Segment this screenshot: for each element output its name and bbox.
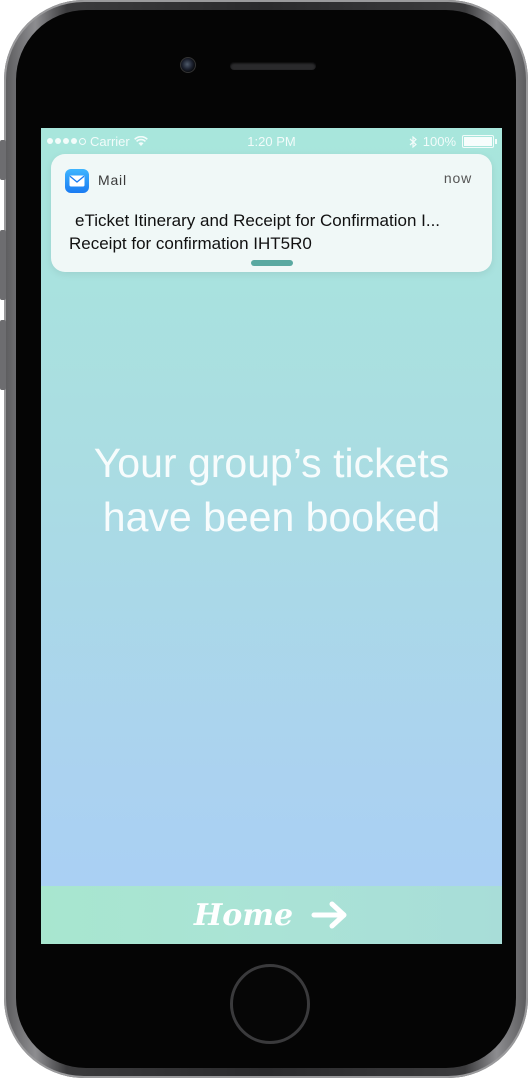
volume-down-button [0, 320, 6, 390]
bluetooth-icon [409, 135, 417, 148]
notification-body: Receipt for confirmation IHT5R0 [69, 234, 312, 253]
arrow-right-icon [311, 901, 347, 929]
footer-bar: Home [41, 886, 502, 944]
earpiece-speaker [230, 62, 316, 70]
booking-confirmation-headline: Your group’s tickets have been booked [41, 436, 502, 544]
notification-time: now [443, 170, 472, 186]
battery-percent: 100% [422, 134, 456, 149]
volume-up-button [0, 230, 6, 300]
headline-line-1: Your group’s tickets [93, 440, 450, 486]
screen: Carrier 1:20 PM 100% Mail now eTicket It… [41, 128, 502, 944]
status-right: 100% [409, 134, 497, 149]
notification-grabber-handle[interactable] [251, 260, 293, 266]
mail-icon [65, 169, 89, 193]
home-label: Home [193, 897, 294, 933]
mail-notification-banner[interactable]: Mail now eTicket Itinerary and Receipt f… [51, 154, 492, 272]
headline-line-2: have been booked [102, 494, 441, 540]
home-hardware-button[interactable] [230, 964, 310, 1044]
front-camera [180, 57, 196, 73]
home-button[interactable]: Home [41, 886, 502, 944]
notification-app-name: Mail [98, 172, 127, 188]
notification-title: eTicket Itinerary and Receipt for Confir… [75, 211, 441, 230]
battery-icon [462, 135, 497, 148]
mute-switch [0, 140, 6, 180]
status-bar: Carrier 1:20 PM 100% [41, 128, 502, 156]
